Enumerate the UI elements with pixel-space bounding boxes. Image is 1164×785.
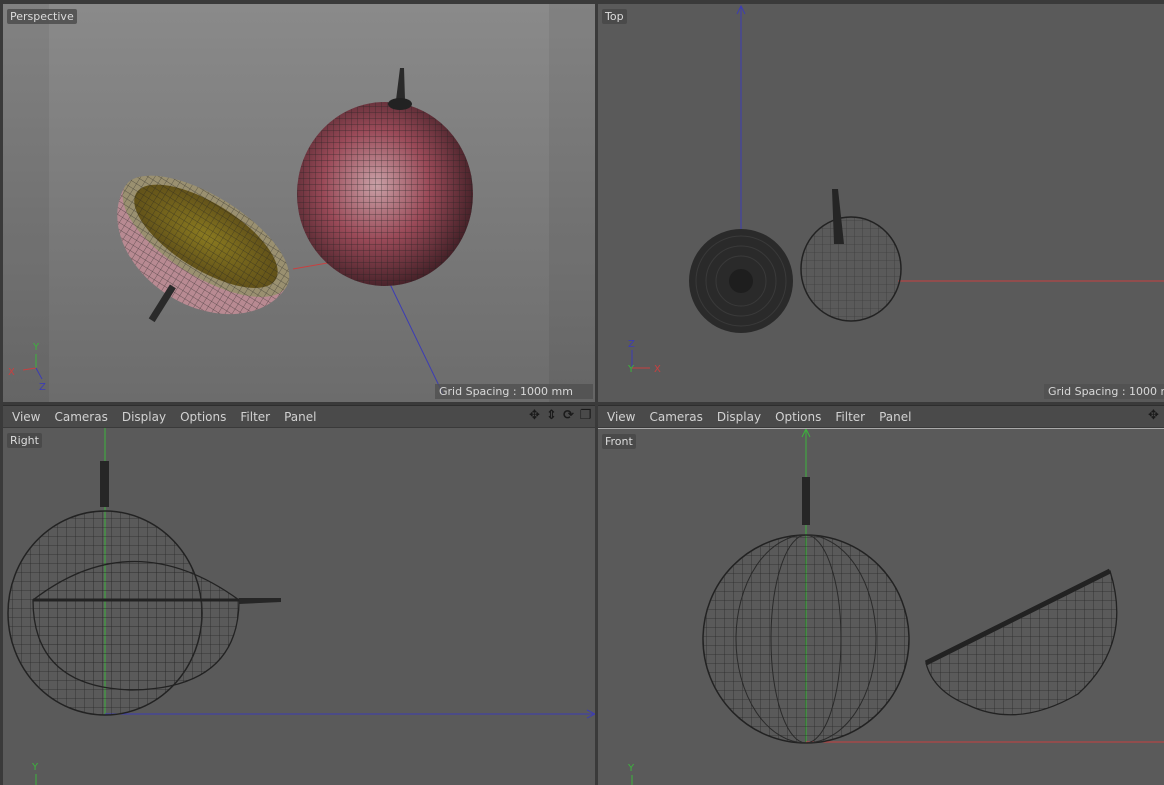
menu-display[interactable]: Display	[122, 410, 166, 424]
front-scene: Y	[627, 429, 1164, 785]
menu-panel[interactable]: Panel	[284, 410, 316, 424]
half-fruit-front	[924, 568, 1118, 716]
axis-gizmo: Y X Z	[8, 342, 46, 393]
perspective-viewport[interactable]: Y X Z Perspective Grid Spacing : 1000 mm	[3, 4, 595, 402]
z-axis-line	[387, 279, 444, 395]
zoom-view-icon[interactable]: ⇕	[544, 408, 559, 424]
menu-cameras[interactable]: Cameras	[649, 410, 702, 424]
top-viewport[interactable]: Z Y X Top Grid Spacing : 1000 mm	[598, 4, 1164, 402]
menu-display[interactable]: Display	[717, 410, 761, 424]
svg-text:Y: Y	[31, 762, 39, 773]
menu-view[interactable]: View	[12, 410, 40, 424]
half-fruit-right	[32, 560, 281, 691]
maximize-view-icon[interactable]: ❐	[578, 408, 593, 424]
menu-options[interactable]: Options	[180, 410, 226, 424]
viewport-label-perspective[interactable]: Perspective	[7, 9, 77, 24]
svg-text:Y: Y	[627, 763, 635, 774]
menu-cameras[interactable]: Cameras	[54, 410, 107, 424]
menu-panel[interactable]: Panel	[879, 410, 911, 424]
axis-gizmo: Y	[31, 762, 39, 785]
svg-text:Z: Z	[39, 382, 46, 393]
right-scene: Y	[7, 428, 595, 785]
viewport-label-front[interactable]: Front	[602, 434, 636, 449]
right-viewport[interactable]: Y Right	[3, 428, 595, 785]
svg-text:Z: Z	[628, 339, 635, 350]
svg-text:X: X	[654, 364, 661, 375]
right-viewport-menubar: View Cameras Display Options Filter Pane…	[3, 405, 595, 427]
front-viewport-menubar: View Cameras Display Options Filter Pane…	[598, 405, 1164, 427]
whole-fruit-front	[702, 477, 910, 744]
grid-spacing-label: Grid Spacing : 1000 mm	[1044, 384, 1164, 399]
perspective-scene: Y X Z	[8, 68, 473, 395]
viewport-label-right[interactable]: Right	[7, 433, 42, 448]
menu-filter[interactable]: Filter	[240, 410, 270, 424]
menu-view[interactable]: View	[607, 410, 635, 424]
axis-gizmo: Y	[627, 763, 635, 785]
svg-text:Y: Y	[627, 364, 635, 375]
top-scene: Z Y X	[627, 4, 1164, 375]
axis-gizmo: Z Y X	[627, 339, 661, 375]
svg-text:Y: Y	[32, 342, 40, 353]
grid-spacing-label: Grid Spacing : 1000 mm	[435, 384, 593, 399]
half-fruit	[117, 175, 290, 323]
half-fruit-top	[689, 229, 793, 333]
whole-fruit-top	[800, 189, 902, 322]
menu-filter[interactable]: Filter	[835, 410, 865, 424]
front-viewport[interactable]: Y Front	[598, 428, 1164, 785]
menu-options[interactable]: Options	[775, 410, 821, 424]
move-view-icon[interactable]: ✥	[527, 408, 542, 424]
rotate-view-icon[interactable]: ⟳	[561, 408, 576, 424]
whole-fruit	[297, 68, 473, 286]
move-view-icon[interactable]: ✥	[1146, 408, 1161, 424]
svg-text:X: X	[8, 367, 15, 378]
viewport-label-top[interactable]: Top	[602, 9, 627, 24]
